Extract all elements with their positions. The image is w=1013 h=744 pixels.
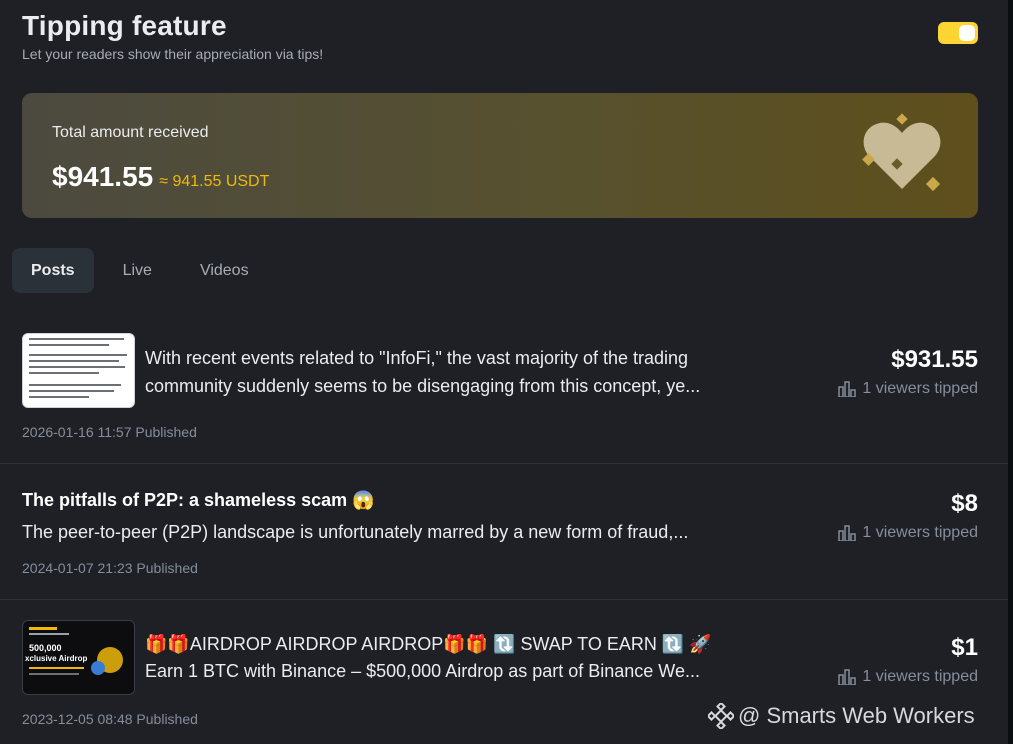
thumb-subheadline: xclusive Airdrop [25,654,88,663]
post-date: 2023-12-05 08:48 Published [22,711,198,727]
right-edge [1008,0,1013,744]
tab-live[interactable]: Live [104,248,171,293]
post-item[interactable]: With recent events related to "InfoFi," … [0,320,1008,464]
post-description: With recent events related to "InfoFi," … [145,348,701,396]
post-date: 2024-01-07 21:23 Published [22,560,198,576]
post-description: Earn 1 BTC with Binance – $500,000 Airdr… [145,661,700,681]
amount-usd: $941.55 [52,161,154,192]
heart-icon [862,113,941,192]
total-received-amount: $941.55 ≈ 941.55 USDT [52,161,269,193]
bar-chart-icon [838,381,857,397]
post-tip-amount: $8 [951,490,978,517]
post-item[interactable]: The pitfalls of P2P: a shameless scam 😱 … [0,464,1008,600]
post-viewers-label: 1 viewers tipped [862,668,978,685]
post-title: The pitfalls of P2P: a shameless scam 😱 [22,490,375,510]
watermark: @ Smarts Web Workers [708,703,975,729]
post-thumbnail: 500,000 xclusive Airdrop [22,620,135,695]
bar-chart-icon [838,525,857,541]
post-description: The peer-to-peer (P2P) landscape is unfo… [22,522,689,542]
post-viewers-label: 1 viewers tipped [862,524,978,541]
content-tabs: Posts Live Videos [12,248,278,293]
tab-videos[interactable]: Videos [181,248,268,293]
post-thumbnail [22,333,135,408]
amount-usdt: ≈ 941.55 USDT [159,173,270,190]
page-header: Tipping feature Let your readers show th… [22,10,323,62]
total-received-label: Total amount received [52,124,209,141]
post-viewers: 1 viewers tipped [838,380,978,398]
toggle-knob [959,25,975,41]
page-title: Tipping feature [22,10,227,41]
tipping-toggle[interactable] [938,22,978,44]
tab-posts[interactable]: Posts [12,248,94,293]
post-viewers-label: 1 viewers tipped [862,380,978,397]
post-tip-amount: $1 [951,634,978,661]
watermark-text: @ Smarts Web Workers [738,703,975,728]
thumb-headline: 500,000 [29,643,62,653]
binance-logo-icon [708,703,734,729]
page-subtitle: Let your readers show their appreciation… [22,46,324,62]
post-viewers: 1 viewers tipped [838,668,978,686]
bar-chart-icon [838,669,857,685]
post-viewers: 1 viewers tipped [838,524,978,542]
total-received-card: Total amount received $941.55 ≈ 941.55 U… [22,93,978,218]
post-tip-amount: $931.55 [891,346,978,373]
post-date: 2026-01-16 11:57 Published [22,424,197,440]
post-title: 🎁🎁AIRDROP AIRDROP AIRDROP🎁🎁 🔃 SWAP TO EA… [145,634,712,654]
